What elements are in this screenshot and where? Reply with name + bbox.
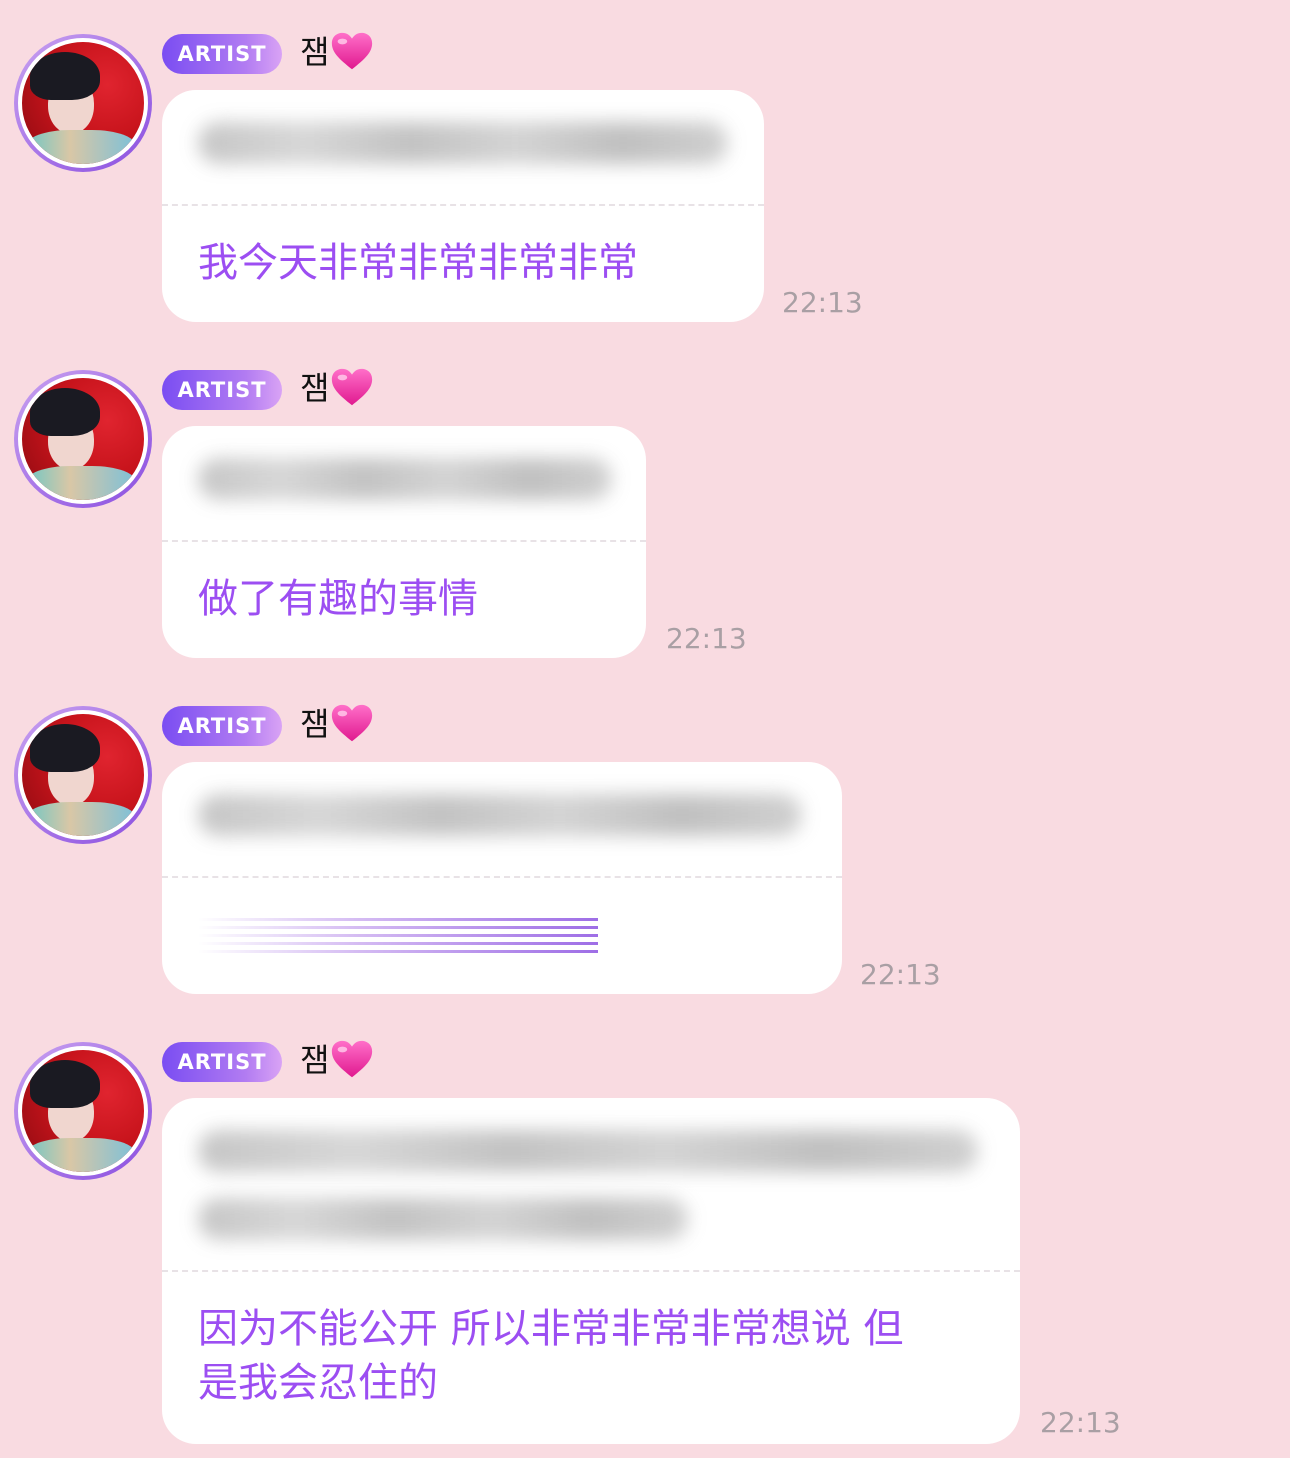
message-bubble[interactable]: 做了有趣的事情 xyxy=(162,426,646,658)
message-bubble[interactable] xyxy=(162,762,842,994)
sender-name: 잼 xyxy=(300,1036,375,1084)
chat-message: ARTIST 잼 我今天非常非常非常非常 22:13 xyxy=(0,32,1290,324)
timestamp: 22:13 xyxy=(1040,1406,1121,1439)
pink-heart-icon xyxy=(332,368,373,406)
sender-name-text: 잼 xyxy=(300,1041,330,1079)
avatar-photo xyxy=(18,710,148,840)
artist-badge: ARTIST xyxy=(162,370,282,410)
translation-line: 是我会忍住的 xyxy=(198,1360,438,1406)
avatar-photo xyxy=(18,1046,148,1176)
timestamp: 22:13 xyxy=(782,286,863,319)
blurred-original-text xyxy=(162,1130,1020,1240)
divider xyxy=(162,204,764,206)
divider xyxy=(162,540,646,542)
avatar-photo xyxy=(18,38,148,168)
pink-heart-icon xyxy=(332,32,373,70)
artist-badge: ARTIST xyxy=(162,706,282,746)
divider xyxy=(162,1270,1020,1272)
message-bubble[interactable]: 因为不能公开 所以非常非常非常想说 但 是我会忍住的 xyxy=(162,1098,1020,1444)
blurred-original-text xyxy=(162,122,764,164)
sender-name-text: 잼 xyxy=(300,369,330,407)
sender-name: 잼 xyxy=(300,364,375,412)
artist-badge: ARTIST xyxy=(162,1042,282,1082)
blurred-original-text xyxy=(162,794,842,836)
pink-heart-icon xyxy=(332,704,373,742)
translation-text: 因为不能公开 所以非常非常非常想说 但 是我会忍住的 xyxy=(198,1302,998,1410)
translation-line: 因为不能公开 所以非常非常非常想说 但 xyxy=(198,1306,904,1352)
avatar[interactable] xyxy=(14,706,152,844)
avatar[interactable] xyxy=(14,370,152,508)
sender-name: 잼 xyxy=(300,700,375,748)
chat-message: ARTIST 잼 做了有趣的事情 22:13 xyxy=(0,368,1290,660)
sender-name-text: 잼 xyxy=(300,705,330,743)
artist-badge: ARTIST xyxy=(162,34,282,74)
blurred-original-text xyxy=(162,458,646,500)
hidden-translation-text xyxy=(198,918,598,958)
pink-heart-icon xyxy=(332,1040,373,1078)
sender-name-text: 잼 xyxy=(300,33,330,71)
avatar-photo xyxy=(18,374,148,504)
message-bubble[interactable]: 我今天非常非常非常非常 xyxy=(162,90,764,322)
timestamp: 22:13 xyxy=(666,622,747,655)
avatar[interactable] xyxy=(14,34,152,172)
sender-name: 잼 xyxy=(300,28,375,76)
translation-text: 我今天非常非常非常非常 xyxy=(198,240,638,286)
avatar[interactable] xyxy=(14,1042,152,1180)
timestamp: 22:13 xyxy=(860,958,941,991)
translation-text: 做了有趣的事情 xyxy=(198,576,478,622)
chat-message: ARTIST 잼 22:13 xyxy=(0,704,1290,996)
chat-message: ARTIST 잼 因为不能公开 所以非常非常非常想说 但 是我会忍住的 22:1… xyxy=(0,1040,1290,1452)
divider xyxy=(162,876,842,878)
